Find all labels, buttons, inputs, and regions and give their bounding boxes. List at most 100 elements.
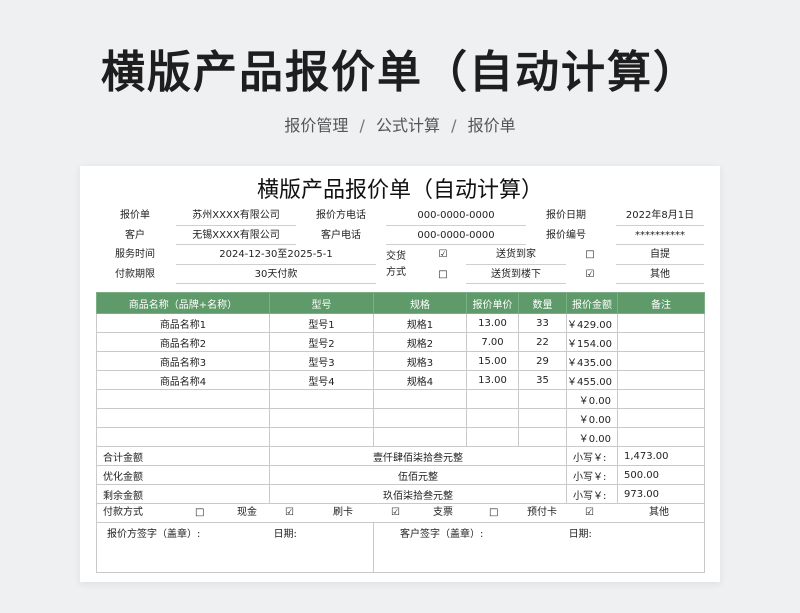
cell-product-name[interactable] [96,408,270,428]
quote-date-label: 报价日期 [546,210,586,221]
payment-term-value[interactable]: 30天付款 [176,265,376,284]
quote-unit-label: 报价单 [120,210,150,221]
breadcrumb-separator: / [451,116,457,135]
customer-label: 客户 [125,229,145,241]
header-quantity: 数量 [518,292,567,314]
cell-product-name[interactable]: 商品名称3 [96,351,270,371]
cell-model[interactable]: 型号2 [269,332,374,352]
cell-quantity[interactable]: 22 [518,332,567,352]
cell-quantity[interactable] [518,408,567,428]
card-checkbox-checked[interactable]: ☑ [285,505,294,522]
cell-spec[interactable] [373,389,467,409]
cell-amount: ￥429.00 [566,313,618,333]
prepaid-checkbox-unchecked[interactable]: □ [489,505,498,522]
cell-unit-price[interactable] [466,408,519,428]
table-row: 商品名称2 型号2 规格2 7.00 22 ￥154.00 [96,332,705,352]
delivery-checkbox-checked[interactable]: ☑ [431,245,455,265]
customer-value[interactable]: 无锡XXXX有限公司 [176,226,296,245]
quoter-signature-area[interactable]: 报价方签字（盖章）: 日期: [96,522,374,573]
cell-remark[interactable] [617,427,705,447]
summary-row-total: 合计金额 壹仟肆佰柒拾叁元整 小写￥: 1,473.00 [96,446,705,466]
other-pay-checkbox-checked[interactable]: ☑ [585,505,594,522]
payment-term-label: 付款期限 [115,268,155,280]
cell-spec[interactable]: 规格4 [373,370,467,390]
payment-label: 付款方式 [103,507,143,518]
cell-amount: ￥0.00 [566,408,618,428]
quote-no-label: 报价编号 [546,229,586,241]
cell-quantity[interactable] [518,427,567,447]
table-row: 商品名称4 型号4 规格4 13.00 35 ￥455.00 [96,370,705,390]
cell-quantity[interactable] [518,389,567,409]
cell-quantity[interactable]: 29 [518,351,567,371]
quote-unit-value[interactable]: 苏州XXXX有限公司 [176,206,296,226]
cell-product-name[interactable]: 商品名称2 [96,332,270,352]
total-small-label: 小写￥: [566,446,618,466]
cell-remark[interactable] [617,313,705,333]
cell-product-name[interactable] [96,389,270,409]
remain-words: 玖佰柒拾叁元整 [269,484,567,504]
cell-model[interactable] [269,427,374,447]
total-label: 合计金额 [96,446,270,466]
cell-product-name[interactable]: 商品名称1 [96,313,270,333]
cell-unit-price[interactable]: 13.00 [466,313,519,333]
breadcrumb-item-quote-management[interactable]: 报价管理 [284,116,348,135]
discount-small-value[interactable]: 500.00 [617,465,705,485]
header-spec: 规格 [373,292,467,314]
door-checkbox-unchecked[interactable]: □ [578,245,602,265]
cell-remark[interactable] [617,370,705,390]
cell-unit-price[interactable]: 7.00 [466,332,519,352]
cell-spec[interactable] [373,427,467,447]
customer-phone-value[interactable]: 000-0000-0000 [386,226,526,245]
cell-remark[interactable] [617,408,705,428]
cell-spec[interactable]: 规格1 [373,313,467,333]
cell-spec[interactable]: 规格3 [373,351,467,371]
remain-small-label: 小写￥: [566,484,618,504]
customer-signature-area[interactable]: 客户签字（盖章）: 日期: [373,522,705,573]
cell-model[interactable] [269,408,374,428]
discount-label: 优化金额 [96,465,270,485]
cell-model[interactable]: 型号3 [269,351,374,371]
cell-remark[interactable] [617,389,705,409]
cell-spec[interactable]: 规格2 [373,332,467,352]
cell-unit-price[interactable] [466,427,519,447]
summary-row-remain: 剩余金额 玖佰柒拾叁元整 小写￥: 973.00 [96,484,705,504]
cell-amount: ￥455.00 [566,370,618,390]
cell-unit-price[interactable] [466,389,519,409]
cell-remark[interactable] [617,351,705,371]
cell-quantity[interactable]: 35 [518,370,567,390]
other-checkbox-checked[interactable]: ☑ [578,265,602,285]
check-checkbox-checked[interactable]: ☑ [391,505,400,522]
customer-phone-label: 客户电话 [321,229,361,241]
quote-no-value[interactable]: ********** [616,226,704,245]
cell-quantity[interactable]: 33 [518,313,567,333]
cash-checkbox-unchecked[interactable]: □ [195,505,204,522]
quote-date-value[interactable]: 2022年8月1日 [616,206,704,226]
cell-product-name[interactable] [96,427,270,447]
cell-model[interactable]: 型号1 [269,313,374,333]
cell-unit-price[interactable]: 15.00 [466,351,519,371]
cell-unit-price[interactable]: 13.00 [466,370,519,390]
cell-product-name[interactable]: 商品名称4 [96,370,270,390]
cell-model[interactable]: 型号4 [269,370,374,390]
quote-table: 商品名称（品牌+名称） 型号 规格 报价单价 数量 报价金额 备注 商品名称1 … [96,292,705,573]
breadcrumb-separator: / [359,116,365,135]
quote-phone-value[interactable]: 000-0000-0000 [386,206,526,226]
cell-model[interactable] [269,389,374,409]
total-small-value: 1,473.00 [617,446,705,466]
breadcrumb: 报价管理 / 公式计算 / 报价单 [0,112,800,136]
floor-checkbox-unchecked[interactable]: □ [431,265,455,285]
header-amount: 报价金额 [566,292,618,314]
service-time-value[interactable]: 2024-12-30至2025-5-1 [176,245,376,265]
breadcrumb-item-formula[interactable]: 公式计算 [376,116,440,135]
cell-spec[interactable] [373,408,467,428]
cell-remark[interactable] [617,332,705,352]
remain-small-value: 973.00 [617,484,705,504]
payment-check-label: 支票 [433,507,453,518]
discount-words[interactable]: 伍佰元整 [269,465,567,485]
total-label-text: 合计金额 [103,452,143,464]
breadcrumb-item-quote[interactable]: 报价单 [468,116,516,135]
banner-title: 横版产品报价单（自动计算） [101,47,699,98]
service-time-label: 服务时间 [115,249,155,260]
quoter-signature-label: 报价方签字（盖章）: [107,529,201,540]
table-row: ￥0.00 [96,389,705,409]
